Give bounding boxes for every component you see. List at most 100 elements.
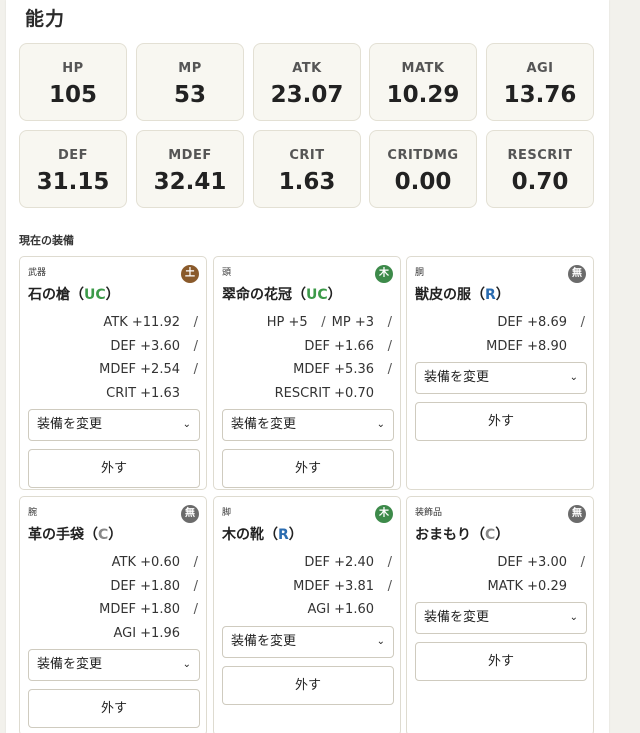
rarity-paren-close: ） <box>495 287 510 303</box>
stat-bonus-line: DEF +3.60 / <box>99 335 198 359</box>
stat-separator: / <box>387 578 392 594</box>
change-equipment-select[interactable]: 装備を変更 ⌄ <box>222 409 394 441</box>
change-equipment-select[interactable]: 装備を変更 ⌄ <box>28 409 200 441</box>
stat-bonus-line: MDEF +2.54 / <box>99 358 198 382</box>
stat-bonus-text: DEF +3.60 <box>110 338 180 354</box>
stat-separator: / <box>321 315 326 330</box>
rarity-paren-open: （ <box>70 287 84 303</box>
rarity-label: UC <box>84 287 106 303</box>
chevron-down-icon: ⌄ <box>376 419 385 430</box>
stat-value: 53 <box>173 82 206 108</box>
chevron-down-icon: ⌄ <box>569 612 578 623</box>
change-equipment-select-label: 装備を変更 <box>37 417 103 432</box>
stat-separator: / <box>193 578 198 594</box>
stat-tile-agi: AGI 13.76 <box>486 43 594 121</box>
stat-bonus-text: ATK +11.92 <box>103 315 180 330</box>
stat-bonus-line: MDEF +8.90 <box>486 335 585 359</box>
stat-tile-matk: MATK 10.29 <box>369 43 477 121</box>
equipment-slot-label: 胴 <box>415 268 425 278</box>
stat-bonus-line: DEF +2.40 / <box>293 551 392 575</box>
stat-bonus-text: MP +3 <box>331 315 374 330</box>
equipment-name: 革の手袋（C） <box>28 524 122 544</box>
rarity-paren-open: （ <box>471 287 485 303</box>
equipment-slot-label: 頭 <box>222 268 232 278</box>
rarity-label: C <box>98 527 109 543</box>
element-badge: 土 <box>181 265 199 283</box>
equipment-name-text: 木の靴 <box>222 527 264 543</box>
stat-bonus-text: DEF +2.40 <box>304 555 374 570</box>
change-equipment-select[interactable]: 装備を変更 ⌄ <box>28 649 200 681</box>
stat-label: DEF <box>57 148 89 163</box>
unequip-button[interactable]: 外す <box>222 449 394 488</box>
equipment-stats: DEF +3.00 / MATK +0.29 <box>487 551 585 598</box>
rarity-paren-close: ） <box>288 527 303 543</box>
equipment-name: 木の靴（R） <box>222 524 303 544</box>
stat-value: 0.00 <box>394 169 452 195</box>
stat-bonus-line: DEF +8.69 / <box>486 311 585 335</box>
stat-bonus-text: AGI +1.60 <box>307 602 374 617</box>
rarity-label: R <box>278 527 289 543</box>
change-equipment-select[interactable]: 装備を変更 ⌄ <box>415 602 587 634</box>
stat-separator: / <box>580 555 585 570</box>
stat-value: 13.76 <box>503 82 577 108</box>
stat-label: RESCRIT <box>507 148 573 163</box>
unequip-button[interactable]: 外す <box>415 402 587 441</box>
stat-value: 31.15 <box>36 169 110 195</box>
stat-tile-atk: ATK 23.07 <box>253 43 361 121</box>
stat-bonus-text: AGI +1.96 <box>113 625 180 641</box>
equipment-name: おまもり（C） <box>415 524 509 544</box>
stat-separator: / <box>387 315 392 330</box>
element-badge: 木 <box>375 505 393 523</box>
stat-tile-critdmg: CRITDMG 0.00 <box>369 130 477 208</box>
stat-separator: / <box>580 315 585 330</box>
equipment-stats: ATK +11.92 / DEF +3.60 / MDEF +2.54 / CRIT +1.… <box>99 311 198 405</box>
rarity-label: R <box>485 287 496 303</box>
rarity-label: C <box>485 527 496 543</box>
stat-bonus-text: MATK +0.29 <box>487 578 567 594</box>
equipment-name-text: 石の槍 <box>28 287 70 303</box>
change-equipment-select[interactable]: 装備を変更 ⌄ <box>222 625 394 658</box>
unequip-button[interactable]: 外す <box>28 689 200 728</box>
stat-label: CRITDMG <box>387 148 459 163</box>
stat-label: ATK <box>292 61 322 76</box>
stat-bonus-line: ATK +11.92 / <box>99 311 198 335</box>
equipment-stats: HP +5 / MP +3 / DEF +1.66 / MDEF +5.36 / RESCRIT… <box>267 311 392 405</box>
equipment-card: 装飾品 無おまもり（C） DEF +3.00 / MATK +0.29 装備を変更 ⌄ 外す <box>406 496 594 733</box>
stat-bonus-line: MDEF +1.80 / <box>99 598 198 622</box>
stat-bonus-text: RESCRIT +0.70 <box>274 385 374 401</box>
stat-bonus-text: MDEF +3.81 <box>293 578 374 594</box>
change-equipment-select-label: 装備を変更 <box>231 633 297 649</box>
rarity-paren-close: ） <box>327 287 342 303</box>
element-badge: 無 <box>568 505 586 523</box>
stat-label: MDEF <box>168 148 212 163</box>
stat-bonus-line: HP +5 / MP +3 / <box>267 311 392 335</box>
stat-bonus-line: MATK +0.29 <box>487 575 585 599</box>
stat-value: 1.63 <box>278 169 336 195</box>
stat-separator: / <box>193 362 198 377</box>
stat-bonus-text: MDEF +2.54 <box>99 362 180 377</box>
stat-bonus-text: DEF +1.66 <box>304 338 374 354</box>
equipment-section-label: 現在の装備 <box>19 234 74 247</box>
stat-value: 0.70 <box>511 169 569 195</box>
stat-value: 10.29 <box>386 82 460 108</box>
stat-separator: / <box>387 338 392 354</box>
stat-separator: / <box>193 602 198 617</box>
equipment-card: 胴 無獣皮の服（R） DEF +8.69 / MDEF +8.90 装備を変更 ⌄ 外す <box>406 256 594 490</box>
stat-separator: / <box>387 362 392 377</box>
stat-bonus-text: MDEF +5.36 <box>293 362 374 377</box>
stat-bonus-line: RESCRIT +0.70 <box>267 382 392 406</box>
stat-separator: / <box>193 315 198 330</box>
unequip-button[interactable]: 外す <box>222 665 394 705</box>
equipment-name: 翠命の花冠（UC） <box>222 284 342 304</box>
change-equipment-select-label: 装備を変更 <box>231 417 297 432</box>
stat-bonus-line: DEF +1.66 / <box>267 335 392 359</box>
change-equipment-select[interactable]: 装備を変更 ⌄ <box>415 362 587 394</box>
stat-separator: / <box>387 555 392 570</box>
unequip-button[interactable]: 外す <box>28 449 200 488</box>
chevron-down-icon: ⌄ <box>569 372 578 383</box>
equipment-stats: DEF +8.69 / MDEF +8.90 <box>486 311 585 358</box>
rarity-paren-open: （ <box>264 527 278 543</box>
stat-value: 105 <box>48 82 97 108</box>
stat-tile-rescrit: RESCRIT 0.70 <box>486 130 594 208</box>
unequip-button[interactable]: 外す <box>415 642 587 681</box>
